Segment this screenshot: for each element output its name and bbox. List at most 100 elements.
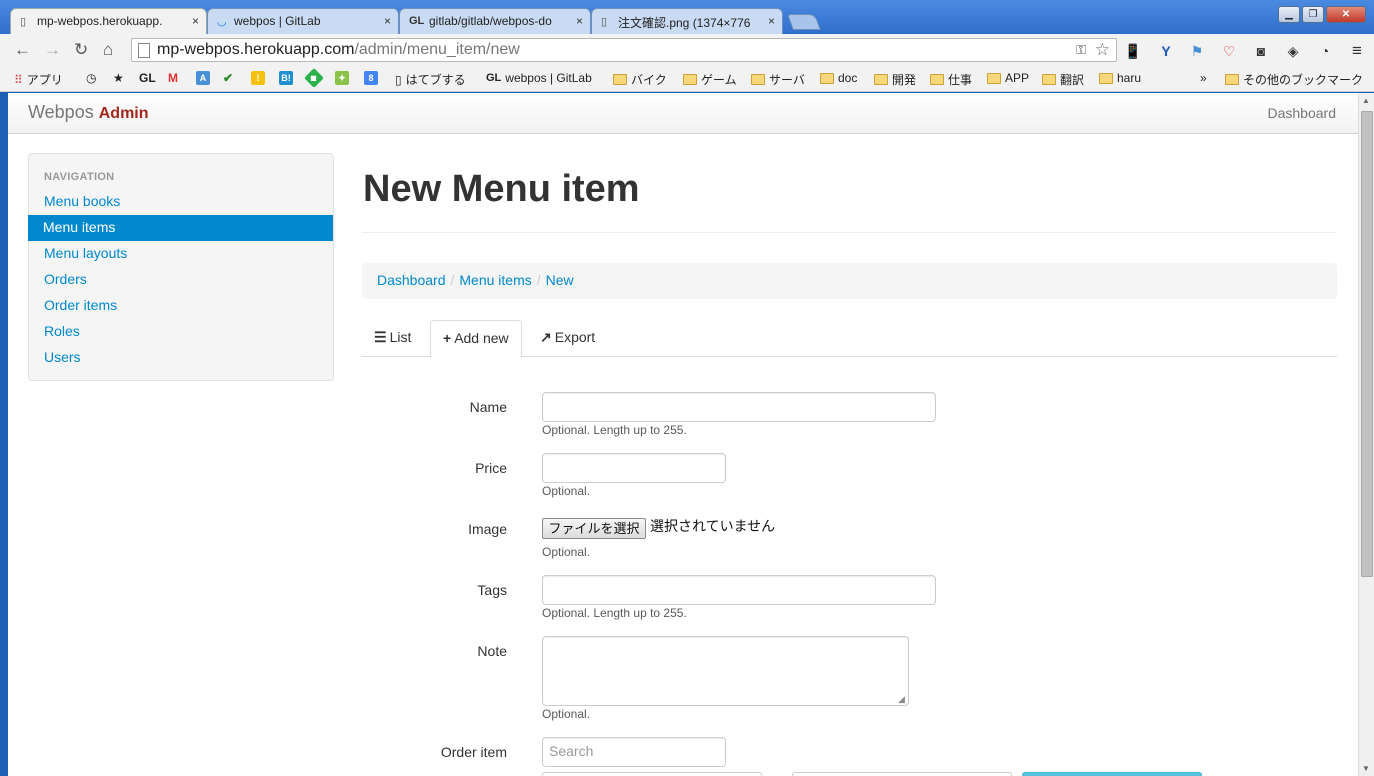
bookmark-apps[interactable]: ⠿ アプリ xyxy=(14,71,63,88)
tab-title: 注文確認.png (1374×776 xyxy=(618,16,751,30)
name-help: Optional. Length up to 255. xyxy=(542,423,687,437)
extension-heart-icon[interactable]: ♡ xyxy=(1220,42,1238,60)
calendar-icon[interactable]: 8 xyxy=(364,71,378,85)
note-textarea[interactable] xyxy=(542,636,909,706)
scroll-down-icon[interactable]: ▼ xyxy=(1362,764,1370,773)
sidebar-item-menu-books[interactable]: Menu books xyxy=(29,189,333,215)
bookmark-folder[interactable]: バイク xyxy=(613,71,667,88)
sidebar-item-orders[interactable]: Orders xyxy=(29,267,333,293)
check-icon[interactable]: ✔ xyxy=(223,71,233,85)
sidebar-item-menu-items[interactable]: Menu items xyxy=(28,215,333,241)
sidebar-item-order-items[interactable]: Order items xyxy=(29,293,333,319)
browser-toolbar: ← → ↻ ⌂ mp-webpos.herokuapp.com/admin/me… xyxy=(0,34,1374,66)
bookmark-folder[interactable]: doc xyxy=(820,71,857,85)
tags-field[interactable] xyxy=(542,575,936,605)
reload-icon[interactable]: ↻ xyxy=(74,40,88,60)
bookmark-star-icon[interactable]: ☆ xyxy=(1095,40,1110,60)
sidebar-item-users[interactable]: Users xyxy=(29,345,333,371)
add-all-button[interactable] xyxy=(1022,772,1202,776)
bookmark-folder[interactable]: APP xyxy=(987,71,1029,85)
breadcrumb-separator: / xyxy=(536,272,541,288)
page-title: New Menu item xyxy=(363,168,640,210)
tab-title: mp-webpos.herokuapp. xyxy=(37,14,163,28)
new-tab-button[interactable] xyxy=(787,14,821,30)
choose-file-button[interactable]: ファイルを選択 xyxy=(542,518,646,539)
folder-icon xyxy=(987,72,1001,84)
image-label: Image xyxy=(468,521,507,537)
close-icon[interactable]: × xyxy=(384,14,391,28)
breadcrumb-menu-items[interactable]: Menu items xyxy=(459,272,531,288)
folder-icon xyxy=(683,74,697,85)
breadcrumb-new[interactable]: New xyxy=(546,272,574,288)
top-navbar: Webpos Admin Dashboard xyxy=(8,93,1358,134)
address-bar[interactable]: mp-webpos.herokuapp.com/admin/menu_item/… xyxy=(131,38,1117,62)
bookmark-gitlab[interactable]: GL xyxy=(139,71,156,85)
extension-y-icon[interactable]: Y xyxy=(1157,42,1175,60)
nav-header: Navigation xyxy=(44,171,115,183)
page-icon: ▯ xyxy=(395,72,402,87)
tab-list[interactable]: ☰ List xyxy=(362,320,423,357)
extension-phone-icon[interactable]: 📱 xyxy=(1124,42,1142,60)
selected-select[interactable] xyxy=(792,772,1012,776)
scroll-up-icon[interactable]: ▲ xyxy=(1362,96,1370,105)
scrollbar-thumb[interactable] xyxy=(1361,111,1373,577)
bookmark-folder[interactable]: 仕事 xyxy=(930,71,972,88)
sidebar-item-roles[interactable]: Roles xyxy=(29,319,333,345)
tab-export[interactable]: ↗ Export xyxy=(528,320,607,357)
tab-add-new[interactable]: + Add new xyxy=(430,320,522,358)
maps-icon[interactable]: ✦ xyxy=(335,71,349,85)
back-icon[interactable]: ← xyxy=(14,40,31,60)
menu-icon[interactable]: ≡ xyxy=(1348,42,1366,60)
brand-logo[interactable]: Webpos Admin xyxy=(28,102,149,123)
restore-button[interactable]: ❐ xyxy=(1302,6,1324,23)
sidebar-item-menu-layouts[interactable]: Menu layouts xyxy=(29,241,333,267)
close-icon[interactable]: × xyxy=(768,14,775,28)
extension-glasses-icon[interactable]: ◙ xyxy=(1252,42,1270,60)
extension-flag-icon[interactable]: ⚑ xyxy=(1188,42,1206,60)
extension-sync-icon[interactable]: ◔ xyxy=(1316,42,1334,60)
price-field[interactable] xyxy=(542,453,726,483)
bookmark-webpos-gitlab[interactable]: GL webpos | GitLab xyxy=(486,71,592,85)
available-select[interactable] xyxy=(542,772,762,776)
forward-icon[interactable]: → xyxy=(44,40,61,60)
browser-tab[interactable]: ▯ 注文確認.png (1374×776 × xyxy=(591,8,783,34)
bookmark-folder[interactable]: 開発 xyxy=(874,71,916,88)
browser-tab[interactable]: ◡ webpos | GitLab × xyxy=(207,8,399,34)
star-icon[interactable]: ★ xyxy=(113,71,124,85)
order-item-search-input[interactable]: Search xyxy=(542,737,726,767)
share-icon: ↗ xyxy=(540,329,552,345)
window-close-button[interactable]: ✕ xyxy=(1326,6,1366,23)
vertical-scrollbar[interactable]: ▲ ▼ xyxy=(1358,93,1374,776)
name-field[interactable] xyxy=(542,392,936,422)
bookmark-other[interactable]: その他のブックマーク xyxy=(1225,71,1363,88)
feedly-icon[interactable]: ◆ xyxy=(304,68,324,88)
bookmark-folder[interactable]: 翻訳 xyxy=(1042,71,1084,88)
browser-tab[interactable]: GL gitlab/gitlab/webpos-do × xyxy=(399,8,591,34)
gmail-icon[interactable]: M xyxy=(168,71,178,85)
bookmarks-overflow-button[interactable]: » xyxy=(1200,71,1207,85)
action-tabs: ☰ List + Add new ↗ Export xyxy=(362,320,1337,358)
navbar-dashboard-link[interactable]: Dashboard xyxy=(1268,105,1337,121)
folder-icon xyxy=(1225,74,1239,85)
keep-icon[interactable]: ! xyxy=(251,71,265,85)
browser-tab-active[interactable]: ▯ mp-webpos.herokuapp. × xyxy=(10,8,207,34)
bookmark-hatebu[interactable]: ▯ はてブする xyxy=(395,71,466,88)
page-icon: ▯ xyxy=(20,16,27,28)
gitlab-icon: GL xyxy=(486,72,502,84)
clock-icon[interactable]: ◷ xyxy=(86,71,96,85)
tab-strip: ▯ mp-webpos.herokuapp. × ◡ webpos | GitL… xyxy=(0,0,1374,34)
resize-handle-icon[interactable]: ◢ xyxy=(898,694,905,705)
extension-tag-icon[interactable]: ◈ xyxy=(1284,42,1302,60)
bookmark-folder[interactable]: ゲーム xyxy=(683,71,737,88)
home-icon[interactable]: ⌂ xyxy=(103,40,113,60)
key-icon[interactable]: ⚿ xyxy=(1076,42,1086,58)
bookmark-folder[interactable]: haru xyxy=(1099,71,1141,85)
translate-icon[interactable]: A xyxy=(196,71,210,85)
close-icon[interactable]: × xyxy=(576,14,583,28)
folder-icon xyxy=(930,74,944,85)
hatena-icon[interactable]: B! xyxy=(279,71,293,85)
minimize-button[interactable]: ▁ xyxy=(1278,6,1300,23)
close-icon[interactable]: × xyxy=(192,14,199,28)
bookmark-folder[interactable]: サーバ xyxy=(751,71,805,88)
breadcrumb-dashboard[interactable]: Dashboard xyxy=(377,272,446,288)
